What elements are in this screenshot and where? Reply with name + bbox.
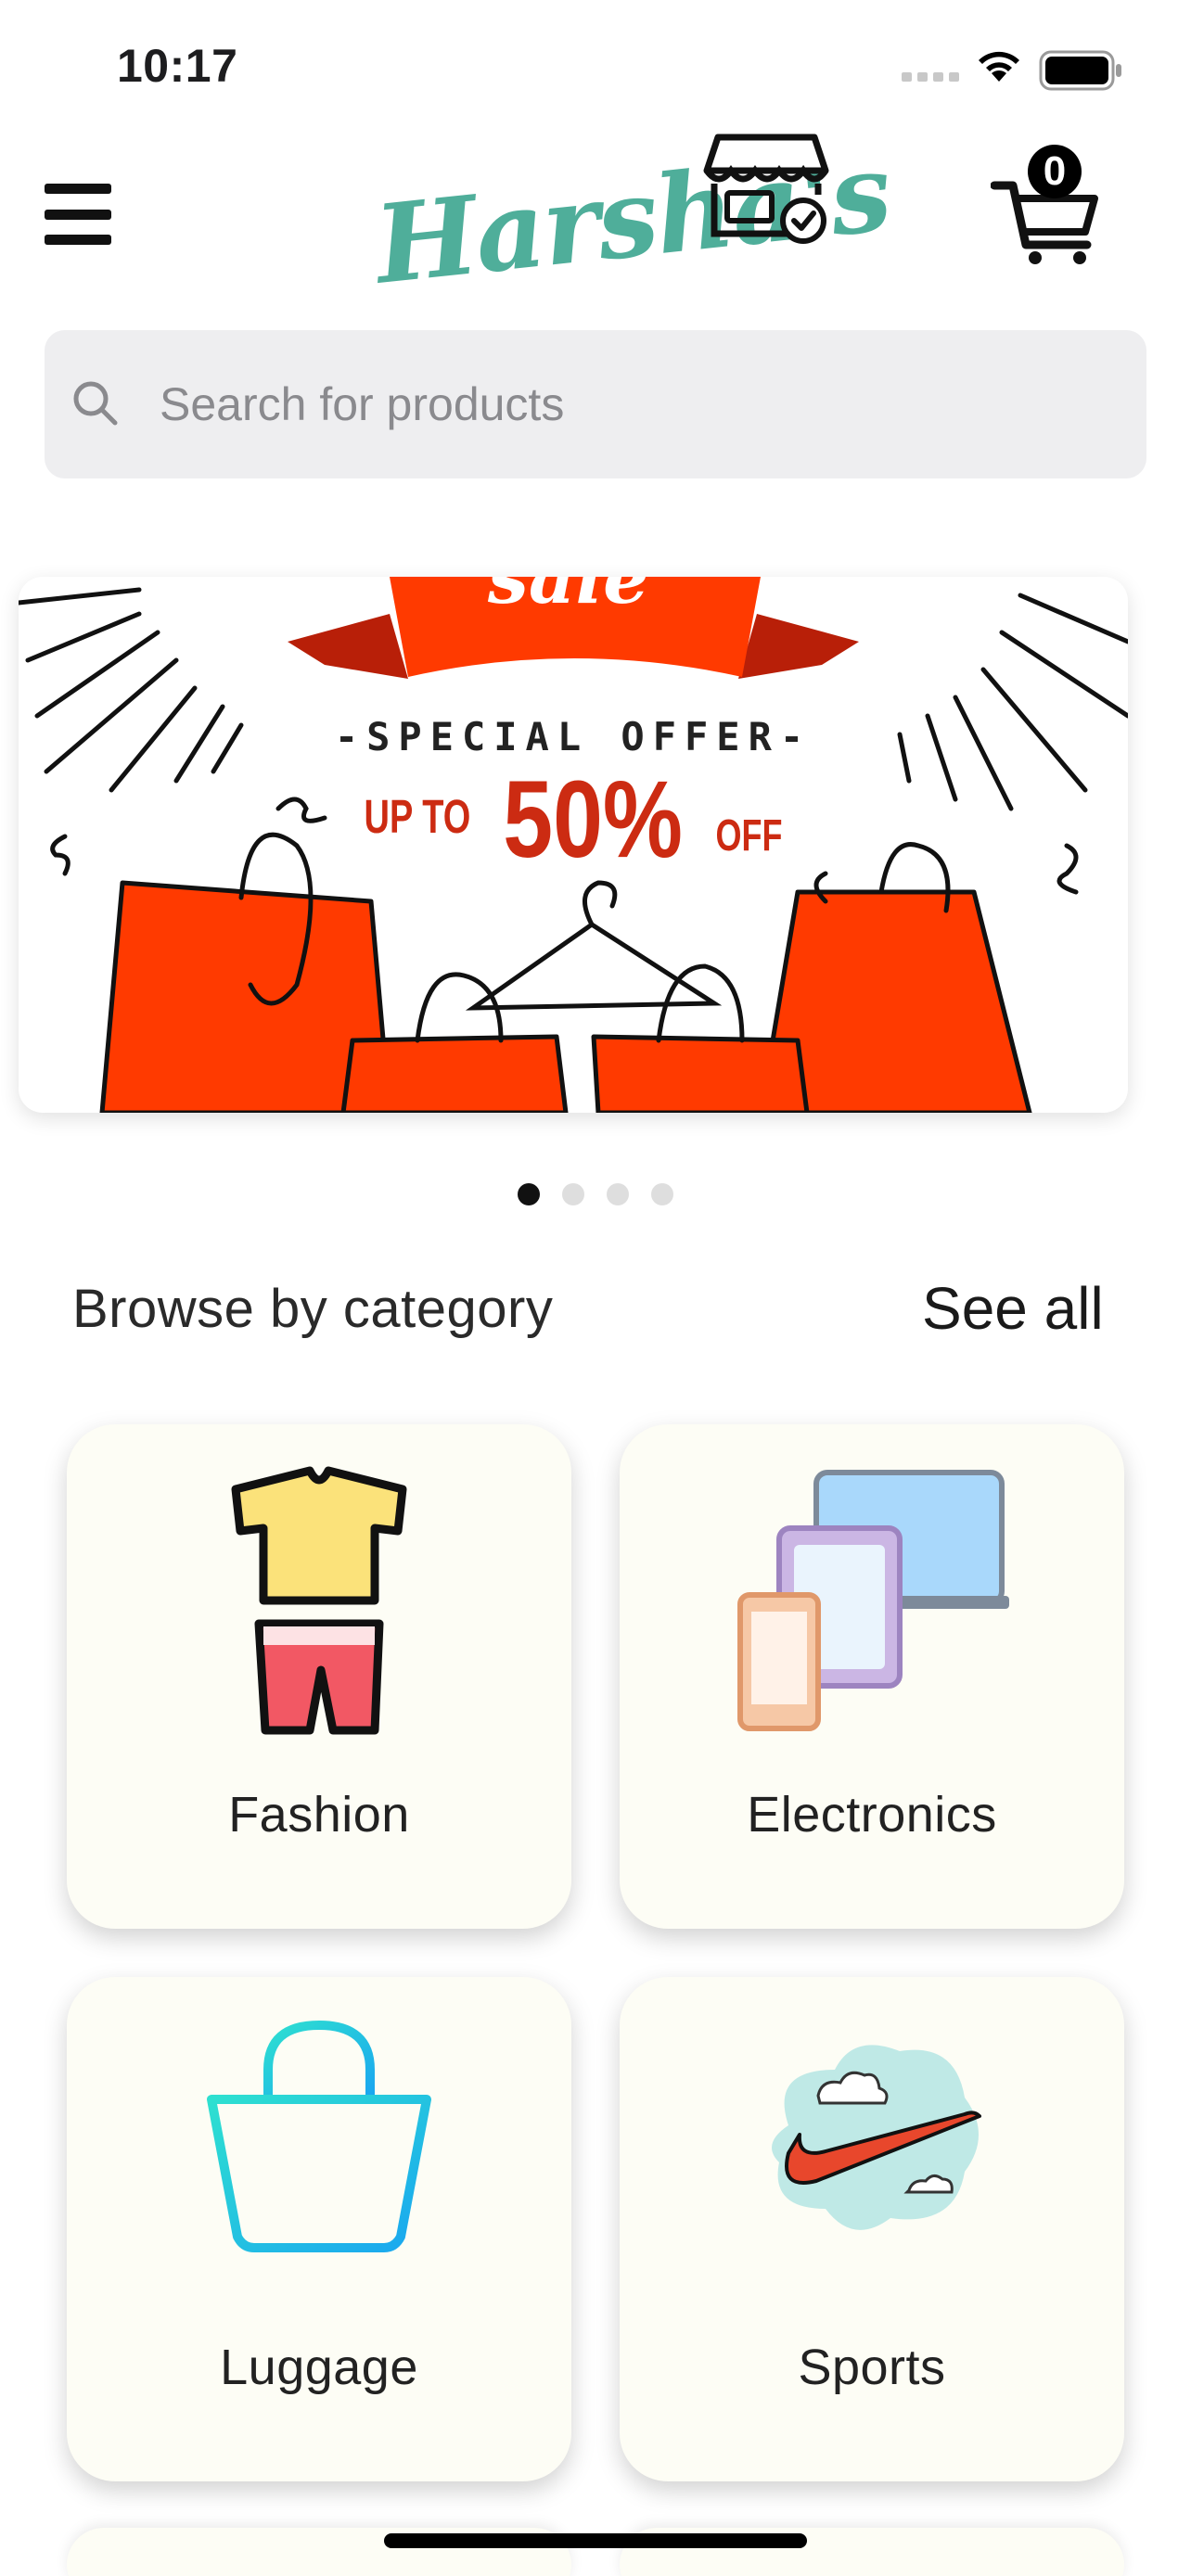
- category-card-electronics[interactable]: Electronics: [620, 1424, 1124, 1929]
- search-input[interactable]: [160, 367, 1106, 441]
- category-label: Sports: [798, 2340, 946, 2395]
- cart-count-badge: 0: [1028, 145, 1082, 198]
- discount-percent: 50%: [503, 759, 684, 881]
- hamburger-menu-icon[interactable]: [45, 184, 111, 245]
- fashion-clothes-icon: [231, 1466, 407, 1735]
- search-bar: [45, 330, 1146, 478]
- carousel-pagination: [518, 1183, 673, 1205]
- category-card-sports[interactable]: Sports: [620, 1977, 1124, 2481]
- cart-button[interactable]: 0: [991, 145, 1102, 265]
- cellular-signal-icon: [902, 72, 959, 82]
- see-all-link[interactable]: See all: [922, 1274, 1104, 1343]
- sports-swoosh-icon: [772, 2045, 981, 2230]
- sale-word: sale: [488, 577, 649, 620]
- store-verified-icon: [703, 134, 829, 244]
- discount-line: UP TO 50% OFF: [19, 759, 1128, 881]
- up-to-label: UP TO: [364, 791, 471, 845]
- app-header: Harsha's 0: [0, 129, 1191, 315]
- battery-icon: [1039, 50, 1121, 91]
- home-indicator[interactable]: [384, 2533, 807, 2548]
- wifi-icon: [979, 51, 1019, 82]
- category-label: Fashion: [228, 1787, 410, 1843]
- off-label: OFF: [715, 809, 783, 861]
- status-time: 10:17: [117, 40, 238, 92]
- category-label: Luggage: [220, 2340, 418, 2395]
- special-offer-heading: -SPECIAL OFFER-: [334, 714, 813, 759]
- category-label: Electronics: [747, 1787, 997, 1843]
- category-card-fashion[interactable]: Fashion: [67, 1424, 571, 1929]
- banner-text-overlay: sale -SPECIAL OFFER- UP TO 50% OFF: [19, 577, 1128, 1113]
- carousel-dot-2[interactable]: [562, 1183, 584, 1205]
- search-icon: [73, 381, 118, 426]
- luggage-bag-icon: [207, 2020, 431, 2252]
- section-title: Browse by category: [72, 1279, 554, 1339]
- carousel-dot-4[interactable]: [651, 1183, 673, 1205]
- electronics-devices-icon: [737, 1470, 1009, 1731]
- category-card-luggage[interactable]: Luggage: [67, 1977, 571, 2481]
- carousel-dot-1[interactable]: [518, 1183, 540, 1205]
- carousel-dot-3[interactable]: [607, 1183, 629, 1205]
- promo-banner[interactable]: sale -SPECIAL OFFER- UP TO 50% OFF: [19, 577, 1128, 1113]
- status-bar: 10:17: [0, 0, 1191, 130]
